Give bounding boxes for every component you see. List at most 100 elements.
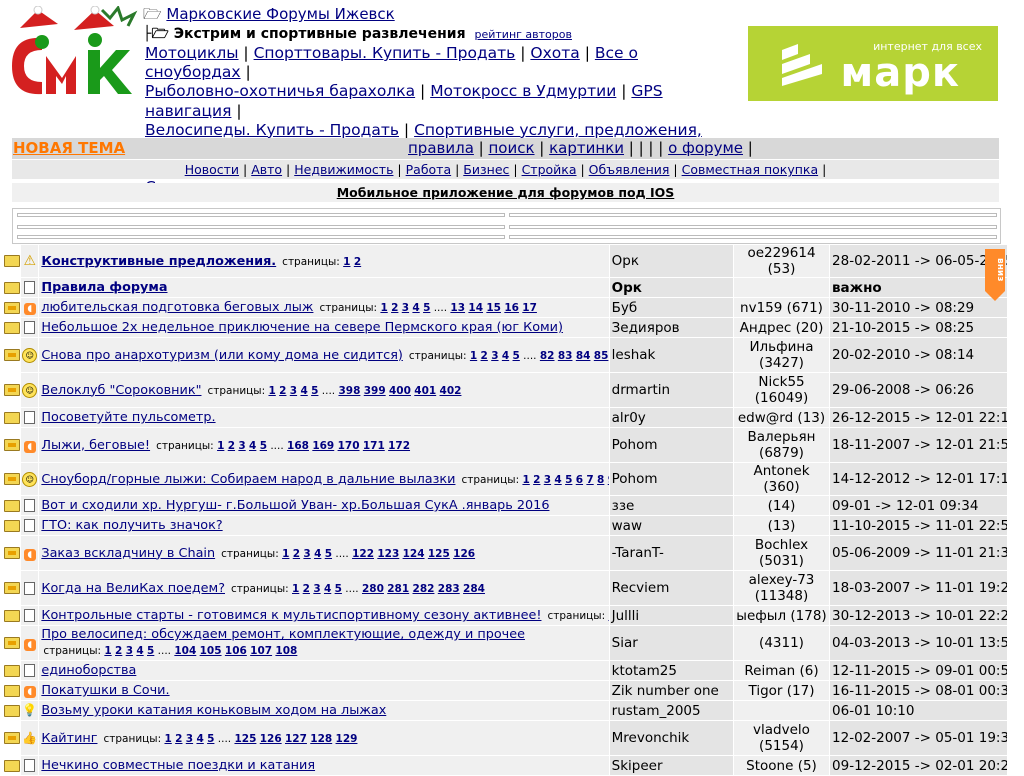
subforum-link[interactable]: Рыболовно-охотничья барахолка: [145, 82, 415, 100]
page-link[interactable]: 4: [502, 350, 509, 362]
topic-link[interactable]: Когда на ВелиКах поедем?: [41, 581, 225, 596]
page-link[interactable]: 122: [352, 548, 374, 560]
topic-author[interactable]: Skipeer: [610, 756, 733, 775]
page-link[interactable]: 2: [115, 645, 122, 657]
page-link[interactable]: 15: [486, 302, 501, 314]
page-link[interactable]: 4: [554, 474, 561, 486]
page-link[interactable]: 82: [540, 350, 555, 362]
page-link[interactable]: 2: [533, 474, 540, 486]
page-link[interactable]: 1: [164, 733, 171, 745]
category-link[interactable]: Бизнес: [463, 162, 509, 177]
page-link[interactable]: 2: [175, 733, 182, 745]
author-rating-link[interactable]: рейтинг авторов: [474, 28, 571, 41]
page-link[interactable]: 127: [285, 733, 307, 745]
page-link[interactable]: 5: [207, 733, 214, 745]
topic-link[interactable]: Правила форума: [41, 280, 167, 295]
page-link[interactable]: 129: [336, 733, 358, 745]
page-link[interactable]: 106: [225, 645, 247, 657]
subforum-link[interactable]: Велосипеды. Купить - Продать: [145, 121, 399, 139]
page-link[interactable]: 3: [126, 645, 133, 657]
last-poster[interactable]: Bochlex (5031): [734, 536, 829, 570]
page-link[interactable]: 3: [402, 302, 409, 314]
topic-author[interactable]: Орк: [610, 278, 733, 297]
topic-link[interactable]: Небольшое 2х недельное приключение на се…: [41, 320, 563, 335]
topic-author[interactable]: waw: [610, 516, 733, 535]
mobile-app-link[interactable]: Мобильное приложение для форумов под IOS: [337, 185, 675, 200]
page-link[interactable]: 3: [186, 733, 193, 745]
page-link[interactable]: 1: [217, 440, 224, 452]
category-link[interactable]: Недвижимость: [294, 162, 393, 177]
last-poster[interactable]: alexey-73 (11348): [734, 571, 829, 605]
topic-link[interactable]: Возьму уроки катания коньковым ходом на …: [41, 703, 386, 718]
page-link[interactable]: 83: [558, 350, 573, 362]
topic-author[interactable]: leshak: [610, 338, 733, 372]
new-topic-link[interactable]: НОВАЯ ТЕМА: [13, 139, 125, 157]
about-forum-link[interactable]: о форуме: [668, 139, 743, 157]
topic-link[interactable]: Велоклуб "Сороковник": [41, 383, 201, 398]
topic-link[interactable]: Заказ вскладчину в Chain: [41, 546, 215, 561]
category-link[interactable]: Стройка: [522, 162, 577, 177]
rules-link[interactable]: правила: [408, 139, 474, 157]
page-link[interactable]: 1: [292, 583, 299, 595]
page-link[interactable]: 8: [597, 474, 604, 486]
topic-author[interactable]: Pohom: [610, 428, 733, 462]
topic-author[interactable]: -TaranT-: [610, 536, 733, 570]
topic-link[interactable]: Покатушки в Сочи.: [41, 683, 169, 698]
breadcrumb-root-link[interactable]: Марковские Форумы Ижевск: [166, 5, 394, 23]
page-link[interactable]: 402: [440, 385, 462, 397]
last-poster[interactable]: Валерьян (6879): [734, 428, 829, 462]
topic-link[interactable]: Кайтинг: [41, 731, 97, 746]
page-link[interactable]: 4: [314, 548, 321, 560]
page-link[interactable]: 125: [428, 548, 450, 560]
page-link[interactable]: 3: [238, 440, 245, 452]
page-link[interactable]: 107: [250, 645, 272, 657]
page-link[interactable]: 399: [364, 385, 386, 397]
last-poster[interactable]: oe229614 (53): [734, 245, 829, 277]
last-poster[interactable]: (13): [734, 516, 829, 535]
page-link[interactable]: 401: [414, 385, 436, 397]
topic-author[interactable]: Буб: [610, 298, 733, 317]
subforum-link[interactable]: Мотоциклы: [145, 44, 239, 62]
page-link[interactable]: 5: [565, 474, 572, 486]
last-poster[interactable]: nv159 (671): [734, 298, 829, 317]
topic-link[interactable]: ГТО: как получить значок?: [41, 518, 222, 533]
page-link[interactable]: 283: [438, 583, 460, 595]
page-link[interactable]: 1: [380, 302, 387, 314]
topic-link[interactable]: Нечкино совместные поездки и катания: [41, 758, 315, 773]
last-poster[interactable]: [734, 278, 829, 297]
topic-link[interactable]: Лыжи, беговые!: [41, 438, 150, 453]
subforum-link[interactable]: Спорттовары. Купить - Продать: [254, 44, 516, 62]
page-link[interactable]: 1: [522, 474, 529, 486]
page-link[interactable]: 2: [303, 583, 310, 595]
page-link[interactable]: 84: [576, 350, 591, 362]
topic-author[interactable]: Зедияров: [610, 318, 733, 337]
page-link[interactable]: 126: [260, 733, 282, 745]
page-link[interactable]: 85: [594, 350, 609, 362]
page-link[interactable]: 2: [354, 256, 361, 268]
last-poster[interactable]: Antonek (360): [734, 463, 829, 495]
page-link[interactable]: 125: [234, 733, 256, 745]
topic-author[interactable]: rustam_2005: [610, 701, 733, 720]
category-link[interactable]: Объявления: [589, 162, 670, 177]
topic-link[interactable]: единоборства: [41, 663, 136, 678]
topic-author[interactable]: Recviem: [610, 571, 733, 605]
page-link[interactable]: 169: [312, 440, 334, 452]
page-link[interactable]: 281: [387, 583, 409, 595]
last-poster[interactable]: (14): [734, 496, 829, 515]
page-link[interactable]: 2: [293, 548, 300, 560]
page-link[interactable]: 4: [196, 733, 203, 745]
page-link[interactable]: 170: [338, 440, 360, 452]
topic-author[interactable]: Орк: [610, 245, 733, 277]
topic-author[interactable]: Zik number one: [610, 681, 733, 700]
page-link[interactable]: 282: [413, 583, 435, 595]
subforum-link[interactable]: Мотокросс в Удмуртии: [430, 82, 616, 100]
last-poster[interactable]: Tigor (17): [734, 681, 829, 700]
page-link[interactable]: 6: [576, 474, 583, 486]
page-link[interactable]: 1: [268, 385, 275, 397]
page-link[interactable]: 5: [335, 583, 342, 595]
page-link[interactable]: 4: [136, 645, 143, 657]
page-link[interactable]: 2: [279, 385, 286, 397]
topic-author[interactable]: drmartin: [610, 373, 733, 407]
page-link[interactable]: 4: [300, 385, 307, 397]
page-link[interactable]: 3: [544, 474, 551, 486]
